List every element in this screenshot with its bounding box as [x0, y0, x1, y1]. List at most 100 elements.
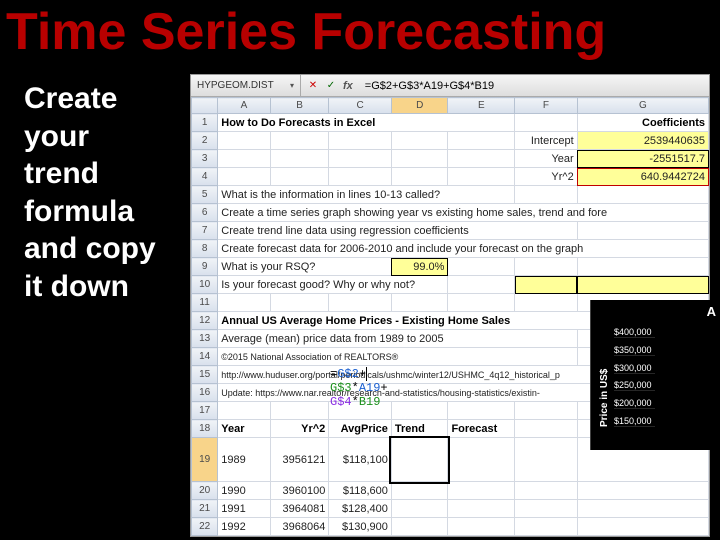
- cell[interactable]: [218, 294, 271, 312]
- cell[interactable]: [515, 402, 578, 420]
- table-row[interactable]: 7Create trend line data using regression…: [192, 222, 709, 240]
- cell[interactable]: 3964081: [270, 500, 329, 518]
- cell[interactable]: 2539440635: [577, 132, 708, 150]
- table-row[interactable]: 2Intercept2539440635: [192, 132, 709, 150]
- cell[interactable]: [391, 294, 448, 312]
- cell[interactable]: [448, 402, 515, 420]
- row-header[interactable]: 19: [192, 438, 218, 482]
- cell[interactable]: How to Do Forecasts in Excel: [218, 114, 515, 132]
- cell[interactable]: Intercept: [515, 132, 578, 150]
- cell[interactable]: [515, 420, 578, 438]
- row-header[interactable]: 15: [192, 366, 218, 384]
- row-header[interactable]: 7: [192, 222, 218, 240]
- cell[interactable]: [515, 114, 578, 132]
- cell[interactable]: [577, 222, 708, 240]
- row-header[interactable]: 20: [192, 482, 218, 500]
- cell[interactable]: [448, 518, 515, 536]
- cell[interactable]: Yr^2: [270, 420, 329, 438]
- row-header[interactable]: 11: [192, 294, 218, 312]
- name-box[interactable]: HYPGEOM.DIST ▾: [191, 75, 301, 96]
- cell[interactable]: 3968064: [270, 518, 329, 536]
- cell[interactable]: [391, 500, 448, 518]
- cell[interactable]: [448, 258, 515, 276]
- cell[interactable]: [218, 402, 271, 420]
- cell[interactable]: AvgPrice: [329, 420, 392, 438]
- row-header[interactable]: 12: [192, 312, 218, 330]
- cell[interactable]: [577, 500, 708, 518]
- cell[interactable]: Yr^2: [515, 168, 578, 186]
- enter-icon[interactable]: ✓: [325, 80, 337, 92]
- cell[interactable]: [270, 168, 329, 186]
- row-header[interactable]: 1: [192, 114, 218, 132]
- cell[interactable]: Average (mean) price data from 1989 to 2…: [218, 330, 577, 348]
- cell[interactable]: [577, 518, 708, 536]
- row-header[interactable]: 21: [192, 500, 218, 518]
- cell[interactable]: [270, 294, 329, 312]
- cell[interactable]: [448, 500, 515, 518]
- cell[interactable]: What is the information in lines 10-13 c…: [218, 186, 515, 204]
- row-header[interactable]: 3: [192, 150, 218, 168]
- row-header[interactable]: 22: [192, 518, 218, 536]
- cell[interactable]: [448, 276, 515, 294]
- cell[interactable]: [391, 402, 448, 420]
- table-row[interactable]: 8Create forecast data for 2006-2010 and …: [192, 240, 709, 258]
- table-row[interactable]: 1How to Do Forecasts in ExcelCoefficient…: [192, 114, 709, 132]
- table-row[interactable]: 2119913964081$128,400: [192, 500, 709, 518]
- chevron-down-icon[interactable]: ▾: [290, 81, 294, 90]
- table-row[interactable]: 3 Year-2551517.7: [192, 150, 709, 168]
- cell[interactable]: $130,900: [329, 518, 392, 536]
- fx-icon[interactable]: fx: [343, 80, 353, 92]
- cell[interactable]: [391, 482, 448, 500]
- cell[interactable]: Is your forecast good? Why or why not?: [218, 276, 448, 294]
- row-header[interactable]: 5: [192, 186, 218, 204]
- cell[interactable]: -2551517.7: [577, 150, 708, 168]
- table-row[interactable]: 5What is the information in lines 10-13 …: [192, 186, 709, 204]
- cell[interactable]: [329, 132, 392, 150]
- table-row[interactable]: 9What is your RSQ?99.0%: [192, 258, 709, 276]
- cell[interactable]: [515, 518, 578, 536]
- table-row[interactable]: 10Is your forecast good? Why or why not?: [192, 276, 709, 294]
- cell[interactable]: ©2015 National Association of REALTORS®: [218, 348, 577, 366]
- cell[interactable]: [448, 150, 515, 168]
- cell[interactable]: 640.9442724: [577, 168, 708, 186]
- cell[interactable]: [577, 186, 708, 204]
- cell[interactable]: [577, 258, 708, 276]
- cell[interactable]: [515, 438, 578, 482]
- cell[interactable]: $118,600: [329, 482, 392, 500]
- row-header[interactable]: 17: [192, 402, 218, 420]
- table-row[interactable]: 2219923968064$130,900: [192, 518, 709, 536]
- cell[interactable]: Create trend line data using regression …: [218, 222, 577, 240]
- cell[interactable]: 1992: [218, 518, 271, 536]
- cell[interactable]: [391, 132, 448, 150]
- cell[interactable]: [448, 438, 515, 482]
- row-header[interactable]: 16: [192, 384, 218, 402]
- formula-input[interactable]: =G$2+G$3*A19+G$4*B19: [359, 80, 709, 92]
- row-header[interactable]: 14: [192, 348, 218, 366]
- row-header[interactable]: 18: [192, 420, 218, 438]
- cell[interactable]: [515, 258, 578, 276]
- cell[interactable]: 1991: [218, 500, 271, 518]
- cell[interactable]: 1989: [218, 438, 271, 482]
- row-header[interactable]: 6: [192, 204, 218, 222]
- cell[interactable]: [515, 500, 578, 518]
- cell[interactable]: [218, 168, 271, 186]
- cell[interactable]: [391, 438, 448, 482]
- cell[interactable]: [329, 168, 392, 186]
- cell[interactable]: Forecast: [448, 420, 515, 438]
- table-row[interactable]: 4Yr^2640.9442724: [192, 168, 709, 186]
- cell[interactable]: Trend: [391, 420, 448, 438]
- cell[interactable]: $128,400: [329, 500, 392, 518]
- cell[interactable]: 99.0%: [391, 258, 448, 276]
- cell[interactable]: 3960100: [270, 482, 329, 500]
- cell[interactable]: [218, 132, 271, 150]
- row-header[interactable]: 9: [192, 258, 218, 276]
- cell[interactable]: 3956121: [270, 438, 329, 482]
- cell[interactable]: [391, 150, 448, 168]
- cell[interactable]: [270, 150, 329, 168]
- cell[interactable]: [515, 186, 578, 204]
- cell[interactable]: Year: [515, 150, 578, 168]
- cell[interactable]: [577, 276, 708, 294]
- row-header[interactable]: 8: [192, 240, 218, 258]
- column-headers[interactable]: A B C D E F G: [192, 98, 709, 114]
- select-all-corner[interactable]: [192, 98, 218, 114]
